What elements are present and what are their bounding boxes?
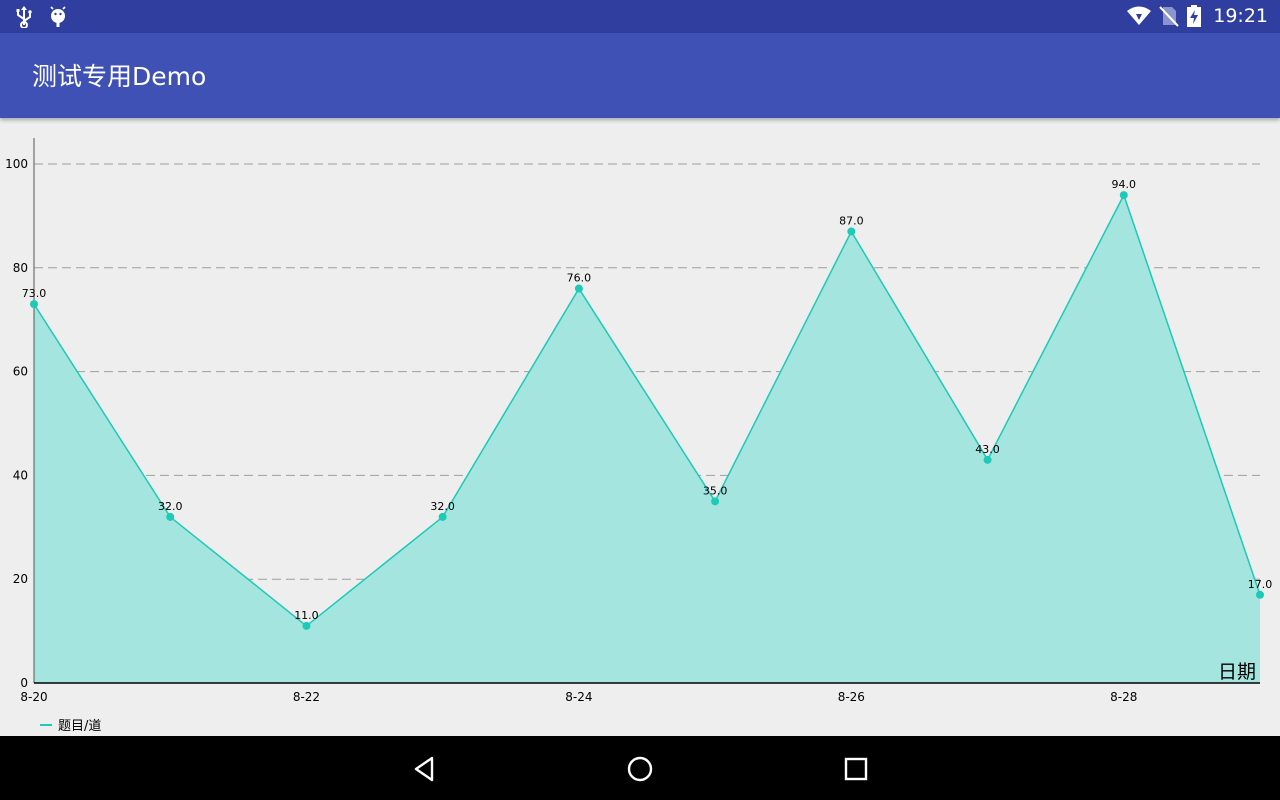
no-sim-icon [1159, 5, 1179, 27]
y-tick-label: 80 [13, 261, 28, 275]
x-axis-title: 日期 [1218, 661, 1256, 683]
data-point[interactable] [30, 300, 38, 309]
y-axis-ticks: 0 20 40 60 80 100 [5, 157, 28, 690]
app-title: 测试专用Demo [32, 62, 207, 91]
data-point[interactable] [302, 621, 311, 630]
data-label: 32.0 [430, 500, 455, 513]
x-tick-label: 8-26 [838, 690, 865, 704]
home-icon[interactable] [625, 754, 655, 784]
data-point[interactable] [166, 512, 175, 521]
data-label: 17.0 [1248, 578, 1273, 591]
status-bar: 19:21 [0, 0, 1280, 33]
data-point[interactable] [847, 227, 856, 236]
data-label: 32.0 [158, 500, 183, 513]
y-tick-label: 0 [20, 676, 28, 690]
legend-label: 题目/道 [58, 719, 102, 734]
legend-swatch [40, 723, 52, 726]
app-bar: 测试专用Demo [0, 33, 1280, 118]
data-point[interactable] [711, 497, 720, 506]
area-chart[interactable]: 0 20 40 60 80 100 8-20 8-22 8-24 8-26 8-28 73.0 32… [0, 118, 1280, 736]
data-point[interactable] [983, 455, 992, 464]
data-point[interactable] [1256, 590, 1264, 599]
android-debug-icon [48, 6, 68, 28]
x-tick-label: 8-24 [565, 690, 592, 704]
wifi-icon [1127, 6, 1152, 26]
data-label: 35.0 [703, 484, 728, 497]
chart-container[interactable]: 0 20 40 60 80 100 8-20 8-22 8-24 8-26 8-28 73.0 32… [0, 118, 1280, 736]
x-tick-label: 8-20 [20, 690, 47, 704]
data-label: 73.0 [22, 287, 47, 300]
x-tick-label: 8-22 [293, 690, 320, 704]
data-label: 94.0 [1112, 178, 1137, 191]
battery-charging-icon [1187, 5, 1202, 27]
data-point[interactable] [574, 284, 583, 293]
status-clock: 19:21 [1213, 5, 1268, 27]
y-tick-label: 40 [13, 468, 28, 482]
y-tick-label: 60 [13, 365, 28, 379]
legend: 题目/道 [40, 715, 101, 734]
data-point[interactable] [438, 512, 447, 521]
y-tick-label: 20 [13, 572, 28, 586]
x-axis-ticks: 8-20 8-22 8-24 8-26 8-28 [20, 690, 1137, 704]
data-label: 11.0 [294, 609, 319, 622]
y-tick-label: 100 [5, 157, 28, 171]
data-point[interactable] [1119, 191, 1128, 200]
data-label: 76.0 [567, 272, 592, 285]
navigation-bar [0, 736, 1280, 800]
data-label: 43.0 [975, 443, 1000, 456]
recents-icon[interactable] [841, 754, 871, 784]
back-icon[interactable] [410, 754, 440, 784]
usb-icon [14, 6, 34, 28]
data-label: 87.0 [839, 214, 864, 227]
x-tick-label: 8-28 [1110, 690, 1137, 704]
